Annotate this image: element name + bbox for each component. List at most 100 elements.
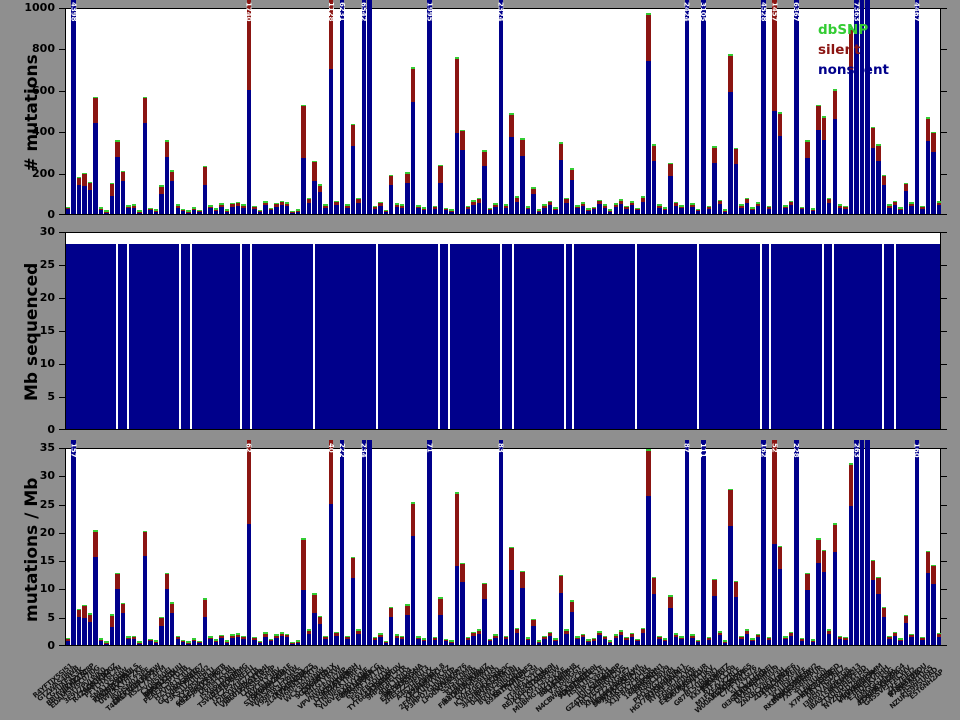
bar [559, 575, 563, 645]
tick-label: 0 [21, 639, 55, 652]
dbsnp-segment [559, 142, 563, 144]
nonsilent-segment [816, 130, 820, 214]
bar [767, 206, 771, 214]
silent-segment [898, 640, 902, 641]
dbsnp-segment [690, 634, 694, 636]
clipped-bar-value-label: 4398 [70, 2, 75, 21]
nonsilent-segment [931, 152, 935, 214]
nonsilent-segment [280, 636, 284, 645]
silent-segment [778, 547, 782, 569]
dbsnp-segment [137, 210, 141, 212]
nonsilent-segment [66, 641, 70, 645]
silent-segment [296, 642, 300, 643]
dbsnp-segment [504, 204, 508, 206]
silent-segment [509, 548, 513, 570]
dbsnp-segment [800, 638, 804, 640]
silent-segment [849, 465, 853, 505]
bar [186, 210, 190, 214]
nonsilent-segment [143, 556, 147, 645]
nonsilent-segment [71, 0, 75, 214]
nonsilent-segment [104, 643, 108, 645]
nonsilent-segment [340, 0, 344, 214]
bar [553, 207, 557, 214]
dbsnp-segment [520, 138, 524, 140]
silent-segment [646, 451, 650, 495]
nonsilent-segment [635, 210, 639, 214]
nonsilent-segment [427, 440, 431, 645]
bar: 3105 [701, 0, 705, 214]
nonsilent-segment [252, 640, 256, 645]
bar: 1128 [329, 0, 333, 214]
dbsnp-segment [745, 629, 749, 631]
sample-gap-line [512, 244, 514, 429]
tick-label: 10 [21, 582, 55, 595]
nonsilent-segment [362, 440, 366, 645]
nonsilent-segment [170, 613, 174, 645]
silent-segment [159, 186, 163, 194]
sample-gap-line [822, 244, 824, 429]
bar [690, 634, 694, 645]
silent-segment [723, 642, 727, 643]
silent-segment [531, 189, 535, 195]
silent-segment [274, 636, 278, 638]
dbsnp-segment [542, 636, 546, 638]
dbsnp-segment [827, 629, 831, 631]
silent-segment [373, 638, 377, 640]
nonsilent-segment [542, 639, 546, 645]
silent-segment [592, 639, 596, 640]
nonsilent-segment [624, 209, 628, 214]
silent-segment [110, 616, 114, 627]
silent-segment [816, 106, 820, 130]
clipped-bar-value-label: 2324 [498, 2, 503, 21]
bar [449, 640, 453, 645]
silent-segment [126, 638, 130, 640]
clipped-bar-value-label: 52 [771, 443, 776, 453]
nonsilent-segment [926, 141, 930, 215]
nonsilent-segment [373, 209, 377, 214]
clipped-bar-value-label: 3105 [700, 2, 705, 21]
bar [696, 209, 700, 214]
bar [416, 636, 420, 645]
clipped-bar-value-label: 111 [700, 443, 705, 458]
dbsnp-segment [395, 634, 399, 636]
silent-segment [668, 164, 672, 175]
bar [843, 206, 847, 214]
silent-segment [931, 566, 935, 584]
nonsilent-segment [865, 440, 869, 645]
bar [811, 208, 815, 214]
bar: 71 [427, 440, 431, 645]
silent-segment [351, 125, 355, 146]
tick-label: 0 [21, 208, 55, 221]
silent-segment [296, 211, 300, 212]
dbsnp-segment [230, 634, 234, 636]
bar [269, 639, 273, 645]
silent-segment [586, 641, 590, 642]
dbsnp-segment [537, 209, 541, 211]
nonsilent-segment [843, 640, 847, 645]
dbsnp-segment [679, 205, 683, 207]
silent-segment [614, 636, 618, 638]
nonsilent-segment [471, 205, 475, 214]
nonsilent-segment [794, 440, 798, 645]
nonsilent-segment [592, 209, 596, 214]
clipped-bar-value-label: 6367 [793, 2, 798, 21]
bar [926, 551, 930, 645]
nonsilent-segment [121, 181, 125, 214]
dbsnp-segment [871, 127, 875, 129]
silent-segment [165, 574, 169, 589]
nonsilent-segment [367, 0, 371, 214]
clipped-bar-value-label: 157 [70, 443, 75, 458]
legend-item-dbsnp: dbSNP [818, 20, 889, 40]
nonsilent-segment [493, 207, 497, 214]
nonsilent-segment [553, 210, 557, 214]
bar [219, 203, 223, 214]
nonsilent-segment [99, 210, 103, 214]
nonsilent-segment [115, 157, 119, 214]
dbsnp-segment [77, 177, 81, 179]
silent-segment [619, 201, 623, 204]
silent-segment [115, 142, 119, 157]
silent-segment [132, 206, 136, 208]
bar [493, 203, 497, 214]
silent-segment [767, 207, 771, 209]
silent-segment [225, 211, 229, 212]
